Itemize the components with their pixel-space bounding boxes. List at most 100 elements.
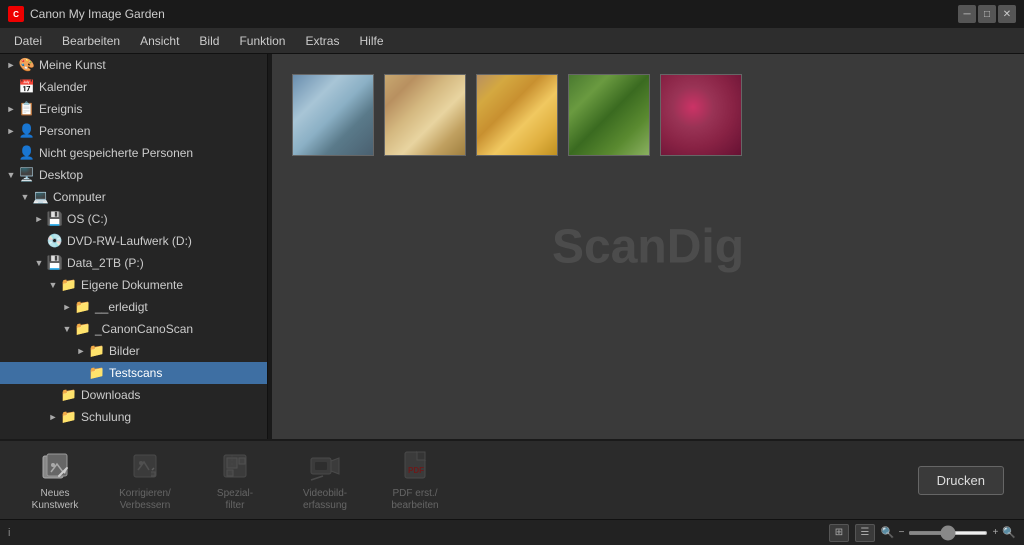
tree-arrow-canoncanoscan [60, 322, 74, 336]
tree-arrow-schulung [46, 410, 60, 424]
korrigieren-button[interactable]: Korrigieren/Verbessern [100, 444, 190, 516]
menu-extras[interactable]: Extras [295, 31, 349, 51]
sidebar-item-computer[interactable]: 💻Computer [0, 186, 267, 208]
tree-icon-desktop: 🖥️ [18, 167, 36, 183]
menu-funktion[interactable]: Funktion [229, 31, 295, 51]
tree-arrow-bilder [74, 344, 88, 358]
sidebar-label-erledigt: __erledigt [95, 300, 148, 314]
sidebar-label-kalender: Kalender [39, 80, 87, 94]
zoom-minus: − [899, 527, 905, 538]
sidebar-item-ereignis[interactable]: 📋Ereignis [0, 98, 267, 120]
sidebar-label-desktop: Desktop [39, 168, 83, 182]
main-layout: 🎨Meine Kunst📅Kalender📋Ereignis👤Personen👤… [0, 54, 1024, 439]
sidebar-label-canoncanoscan: _CanonCanoScan [95, 322, 193, 336]
videobild-label: Videobild-erfassung [303, 488, 347, 512]
sidebar-item-erledigt[interactable]: 📁__erledigt [0, 296, 267, 318]
menu-ansicht[interactable]: Ansicht [130, 31, 189, 51]
tree-icon-nicht-gespeicherte: 👤 [18, 145, 36, 161]
sidebar-label-schulung: Schulung [81, 410, 131, 424]
minimize-button[interactable]: ─ [958, 5, 976, 23]
menu-bild[interactable]: Bild [189, 31, 229, 51]
close-button[interactable]: ✕ [998, 5, 1016, 23]
sidebar-label-nicht-gespeicherte: Nicht gespeicherte Personen [39, 146, 193, 160]
status-right: ⊞ ☰ 🔍 − + 🔍 [829, 524, 1016, 542]
zoom-control[interactable]: 🔍 − + 🔍 [881, 526, 1016, 539]
sidebar-item-os-c[interactable]: 💾OS (C:) [0, 208, 267, 230]
tree-icon-erledigt: 📁 [74, 299, 92, 315]
tree-icon-data2tb: 💾 [46, 255, 64, 271]
tree-icon-eigene-dokumente: 📁 [60, 277, 78, 293]
app-icon: C [8, 6, 24, 22]
window-title: Canon My Image Garden [30, 7, 165, 21]
tree-icon-os-c: 💾 [46, 211, 64, 227]
thumbnail-5[interactable] [660, 74, 742, 156]
sidebar-label-dvd-rw: DVD-RW-Laufwerk (D:) [67, 234, 192, 248]
list-view-button[interactable]: ☰ [855, 524, 875, 542]
neues-kunstwerk-button[interactable]: NeuesKunstwerk [10, 444, 100, 516]
sidebar-item-eigene-dokumente[interactable]: 📁Eigene Dokumente [0, 274, 267, 296]
sidebar-label-downloads: Downloads [81, 388, 140, 402]
sidebar-item-kalender[interactable]: 📅Kalender [0, 76, 267, 98]
tree-arrow-personen [4, 124, 18, 138]
tree-arrow-erledigt [60, 300, 74, 314]
tree-arrow-meine-kunst [4, 58, 18, 72]
tree-arrow-computer [18, 190, 32, 204]
tree-icon-dvd-rw: 💿 [46, 233, 64, 249]
zoom-in-icon: 🔍 [1002, 526, 1016, 539]
sidebar-item-downloads[interactable]: 📁Downloads [0, 384, 267, 406]
thumbnail-3[interactable] [476, 74, 558, 156]
tree-icon-schulung: 📁 [60, 409, 78, 425]
sidebar[interactable]: 🎨Meine Kunst📅Kalender📋Ereignis👤Personen👤… [0, 54, 268, 439]
spezialfilter-button[interactable]: Spezial-filter [190, 444, 280, 516]
sidebar-item-testscans[interactable]: 📁Testscans [0, 362, 267, 384]
tree-arrow-eigene-dokumente [46, 278, 60, 292]
pdf-icon: PDF [397, 448, 433, 484]
sidebar-item-data2tb[interactable]: 💾Data_2TB (P:) [0, 252, 267, 274]
sidebar-label-data2tb: Data_2TB (P:) [67, 256, 144, 270]
maximize-button[interactable]: □ [978, 5, 996, 23]
tree-arrow-desktop [4, 168, 18, 182]
title-bar: C Canon My Image Garden ─ □ ✕ [0, 0, 1024, 28]
tree-icon-ereignis: 📋 [18, 101, 36, 117]
thumbnail-2[interactable] [384, 74, 466, 156]
tree-icon-downloads: 📁 [60, 387, 78, 403]
window-controls[interactable]: ─ □ ✕ [958, 5, 1016, 23]
sidebar-item-dvd-rw[interactable]: 💿DVD-RW-Laufwerk (D:) [0, 230, 267, 252]
menu-bar: Datei Bearbeiten Ansicht Bild Funktion E… [0, 28, 1024, 54]
thumbnail-1[interactable] [292, 74, 374, 156]
svg-text:PDF: PDF [408, 466, 424, 475]
grid-view-button[interactable]: ⊞ [829, 524, 849, 542]
menu-hilfe[interactable]: Hilfe [349, 31, 393, 51]
sidebar-item-schulung[interactable]: 📁Schulung [0, 406, 267, 428]
sidebar-item-nicht-gespeicherte[interactable]: 👤Nicht gespeicherte Personen [0, 142, 267, 164]
pdf-button[interactable]: PDF PDF erst./bearbeiten [370, 444, 460, 516]
sidebar-item-personen[interactable]: 👤Personen [0, 120, 267, 142]
sidebar-item-meine-kunst[interactable]: 🎨Meine Kunst [0, 54, 267, 76]
korrigieren-label: Korrigieren/Verbessern [119, 488, 171, 512]
new-art-icon [37, 448, 73, 484]
sidebar-item-canoncanoscan[interactable]: 📁_CanonCanoScan [0, 318, 267, 340]
zoom-out-icon: 🔍 [881, 526, 895, 539]
sidebar-label-personen: Personen [39, 124, 90, 138]
tree-icon-testscans: 📁 [88, 365, 106, 381]
correct-icon [127, 448, 163, 484]
sidebar-label-computer: Computer [53, 190, 106, 204]
menu-datei[interactable]: Datei [4, 31, 52, 51]
videobild-button[interactable]: Videobild-erfassung [280, 444, 370, 516]
zoom-plus: + [992, 527, 998, 538]
neues-kunstwerk-label: NeuesKunstwerk [32, 488, 79, 512]
status-info: i [8, 527, 10, 539]
watermark: ScanDig [552, 219, 744, 274]
menu-bearbeiten[interactable]: Bearbeiten [52, 31, 130, 51]
print-button[interactable]: Drucken [918, 466, 1004, 495]
thumbnail-4[interactable] [568, 74, 650, 156]
pdf-label: PDF erst./bearbeiten [391, 488, 438, 512]
zoom-slider[interactable] [908, 531, 988, 535]
sidebar-label-ereignis: Ereignis [39, 102, 82, 116]
sidebar-item-bilder[interactable]: 📁Bilder [0, 340, 267, 362]
video-icon [307, 448, 343, 484]
tree-icon-personen: 👤 [18, 123, 36, 139]
tree-icon-computer: 💻 [32, 189, 50, 205]
sidebar-label-os-c: OS (C:) [67, 212, 108, 226]
sidebar-item-desktop[interactable]: 🖥️Desktop [0, 164, 267, 186]
